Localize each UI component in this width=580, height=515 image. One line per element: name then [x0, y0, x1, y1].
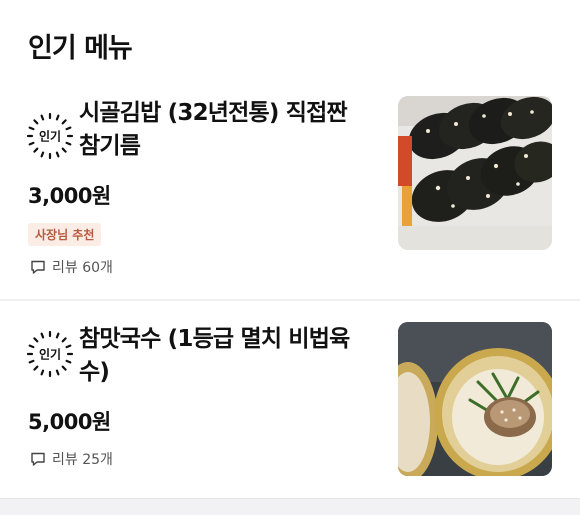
- review-count: 리뷰 25개: [30, 449, 113, 469]
- noodle-photo: [398, 322, 552, 476]
- badge-label: 인기: [39, 347, 61, 362]
- menu-price: 3,000원: [28, 184, 111, 208]
- menu-name: 참맛국수 (1등급 멸치 비법육수): [79, 326, 350, 385]
- recommend-tag: 사장님 추천: [28, 223, 102, 246]
- review-label: 리뷰 25개: [52, 452, 113, 468]
- comment-icon: [31, 452, 45, 466]
- popular-badge-icon: 인기: [26, 330, 74, 378]
- review-label: 리뷰 60개: [52, 260, 113, 276]
- gimbap-photo: [398, 96, 552, 250]
- popular-badge-icon: 인기: [26, 112, 74, 160]
- menu-name: 시골김밥 (32년전통) 직접짠 참기름: [79, 100, 348, 159]
- review-count: 리뷰 60개: [30, 257, 113, 277]
- menu-item[interactable]: 인기 참맛국수 (1등급 멸치 비법육수) 5,000원 리뷰 25개: [0, 300, 580, 500]
- menu-price: 5,000원: [28, 410, 111, 434]
- menu-item[interactable]: 인기 시골김밥 (32년전통) 직접짠 참기름 3,000원 사장님 추천 리뷰…: [0, 92, 580, 299]
- comment-icon: [31, 260, 45, 274]
- section-bottom-band: [0, 498, 580, 515]
- badge-label: 인기: [39, 129, 61, 144]
- section-title: 인기 메뉴: [28, 33, 133, 64]
